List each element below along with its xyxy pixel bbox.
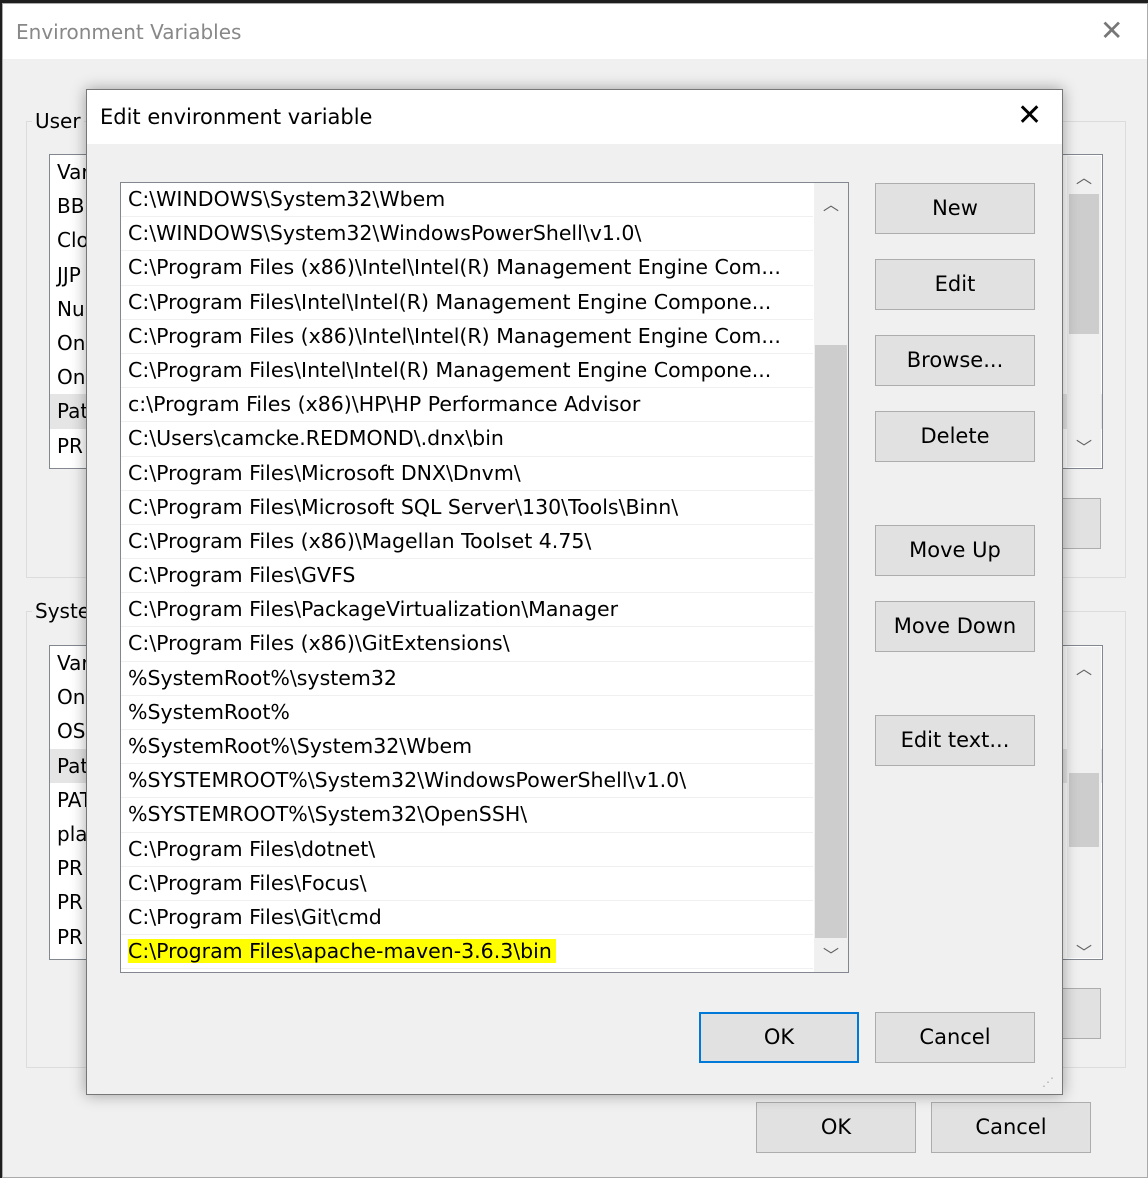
path-row[interactable]: %SystemRoot%\system32 xyxy=(121,662,813,696)
path-list-scrollbar[interactable]: ︿ ﹀ xyxy=(814,183,848,972)
user-group-label: User xyxy=(32,109,84,133)
scroll-up-icon[interactable]: ︿ xyxy=(1067,164,1101,188)
path-text: %SystemRoot% xyxy=(128,699,290,724)
new-button[interactable]: New xyxy=(875,183,1035,234)
path-text: C:\Program Files\GVFS xyxy=(128,563,356,588)
path-row[interactable]: C:\Users\camcke.REDMOND\.dnx\bin xyxy=(121,422,813,457)
path-row[interactable]: %SystemRoot% xyxy=(121,696,813,730)
scroll-up-icon[interactable]: ︿ xyxy=(1067,655,1101,679)
path-text: %SYSTEMROOT%\System32\WindowsPowerShell\… xyxy=(128,768,687,793)
path-list[interactable]: C:\WINDOWS\System32\Wbem C:\WINDOWS\Syste… xyxy=(120,182,849,973)
path-text: C:\Program Files (x86)\GitExtensions\ xyxy=(128,631,510,656)
move-up-button[interactable]: Move Up xyxy=(875,525,1035,576)
path-text: C:\Program Files\PackageVirtualization\M… xyxy=(128,597,619,622)
path-row[interactable]: %SYSTEMROOT%\System32\OpenSSH\ xyxy=(121,798,813,833)
path-row[interactable]: C:\Program Files (x86)\Magellan Toolset … xyxy=(121,525,813,560)
path-text: C:\Program Files (x86)\Intel\Intel(R) Ma… xyxy=(128,255,781,280)
path-row[interactable]: C:\Program Files\apache-maven-3.6.3\bin xyxy=(121,935,813,970)
system-list-scrollbar[interactable]: ︿ ﹀ xyxy=(1067,647,1101,962)
path-text: C:\Program Files (x86)\Intel\Intel(R) Ma… xyxy=(128,323,781,348)
scroll-down-icon[interactable]: ﹀ xyxy=(814,942,848,966)
path-row[interactable]: C:\Program Files\Intel\Intel(R) Manageme… xyxy=(121,354,813,389)
outer-title-bar: Environment Variables ✕ xyxy=(3,4,1147,59)
outer-close-icon[interactable]: ✕ xyxy=(1100,17,1123,45)
browse-button[interactable]: Browse... xyxy=(875,335,1035,386)
scroll-thumb[interactable] xyxy=(815,345,847,938)
path-row[interactable]: %SystemRoot%\System32\Wbem xyxy=(121,730,813,765)
system-group-label: Syste xyxy=(32,599,94,623)
dialog-title-bar: Edit environment variable ✕ xyxy=(87,90,1062,144)
path-text: C:\Program Files\Git\cmd xyxy=(128,904,382,929)
path-text: %SystemRoot%\system32 xyxy=(128,665,397,690)
scroll-thumb[interactable] xyxy=(1069,194,1099,334)
edit-environment-variable-dialog: Edit environment variable ✕ C:\WINDOWS\S… xyxy=(86,89,1063,1095)
scroll-down-icon[interactable]: ﹀ xyxy=(1067,939,1101,963)
path-row[interactable]: C:\Program Files\Microsoft DNX\Dnvm\ xyxy=(121,457,813,491)
scroll-up-icon[interactable]: ︿ xyxy=(814,191,848,215)
path-text: C:\Program Files (x86)\Magellan Toolset … xyxy=(128,528,592,553)
path-row[interactable]: C:\Program Files\Microsoft SQL Server\13… xyxy=(121,491,813,525)
edit-text-button[interactable]: Edit text... xyxy=(875,715,1035,766)
edit-button[interactable]: Edit xyxy=(875,259,1035,310)
path-row[interactable]: C:\Program Files\Intel\Intel(R) Manageme… xyxy=(121,286,813,320)
path-text: c:\Program Files (x86)\HP\HP Performance… xyxy=(128,392,641,417)
path-text: C:\Users\camcke.REDMOND\.dnx\bin xyxy=(128,426,504,451)
outer-ok-button[interactable]: OK xyxy=(756,1102,916,1153)
outer-cancel-button[interactable]: Cancel xyxy=(931,1102,1091,1153)
path-text: C:\Program Files\Intel\Intel(R) Manageme… xyxy=(128,357,772,382)
path-row[interactable]: C:\Program Files (x86)\GitExtensions\ xyxy=(121,627,813,662)
path-row[interactable]: C:\Program Files\PackageVirtualization\M… xyxy=(121,593,813,628)
resize-grip-icon[interactable]: ⋰ xyxy=(1042,1075,1054,1089)
path-row[interactable]: C:\Program Files\Focus\ xyxy=(121,867,813,901)
path-text: C:\WINDOWS\System32\WindowsPowerShell\v1… xyxy=(128,221,642,246)
user-list-scrollbar[interactable]: ︿ ﹀ xyxy=(1067,156,1101,467)
path-row[interactable]: C:\Program Files\GVFS xyxy=(121,559,813,594)
path-text: C:\Program Files\apache-maven-3.6.3\bin xyxy=(128,939,556,964)
path-row[interactable]: %SYSTEMROOT%\System32\WindowsPowerShell\… xyxy=(121,764,813,799)
path-text: C:\WINDOWS\System32\Wbem xyxy=(128,187,446,211)
path-text: C:\Program Files\dotnet\ xyxy=(128,836,376,861)
cancel-button[interactable]: Cancel xyxy=(875,1012,1035,1063)
path-text: C:\Program Files\Focus\ xyxy=(128,870,367,895)
path-row[interactable]: C:\WINDOWS\System32\WindowsPowerShell\v1… xyxy=(121,217,813,252)
path-row[interactable]: C:\Program Files\Git\cmd xyxy=(121,901,813,936)
path-row[interactable]: C:\Program Files\dotnet\ xyxy=(121,833,813,867)
move-down-button[interactable]: Move Down xyxy=(875,601,1035,652)
path-text: C:\Program Files\Microsoft SQL Server\13… xyxy=(128,494,679,519)
dialog-close-icon[interactable]: ✕ xyxy=(1017,101,1042,131)
path-text: %SystemRoot%\System32\Wbem xyxy=(128,734,473,758)
path-text: %SYSTEMROOT%\System32\OpenSSH\ xyxy=(128,802,528,827)
outer-window-title: Environment Variables xyxy=(16,20,242,44)
ok-button[interactable]: OK xyxy=(699,1012,859,1063)
scroll-thumb[interactable] xyxy=(1069,773,1099,847)
dialog-title: Edit environment variable xyxy=(100,105,373,129)
path-row[interactable]: C:\Program Files (x86)\Intel\Intel(R) Ma… xyxy=(121,251,813,286)
path-row[interactable]: C:\Program Files (x86)\Intel\Intel(R) Ma… xyxy=(121,320,813,354)
path-text: C:\Program Files\Intel\Intel(R) Manageme… xyxy=(128,289,772,314)
path-row[interactable]: C:\WINDOWS\System32\Wbem xyxy=(121,183,813,218)
scroll-down-icon[interactable]: ﹀ xyxy=(1067,434,1101,458)
path-text: C:\Program Files\Microsoft DNX\Dnvm\ xyxy=(128,460,521,485)
path-row[interactable]: c:\Program Files (x86)\HP\HP Performance… xyxy=(121,388,813,423)
delete-button[interactable]: Delete xyxy=(875,411,1035,462)
